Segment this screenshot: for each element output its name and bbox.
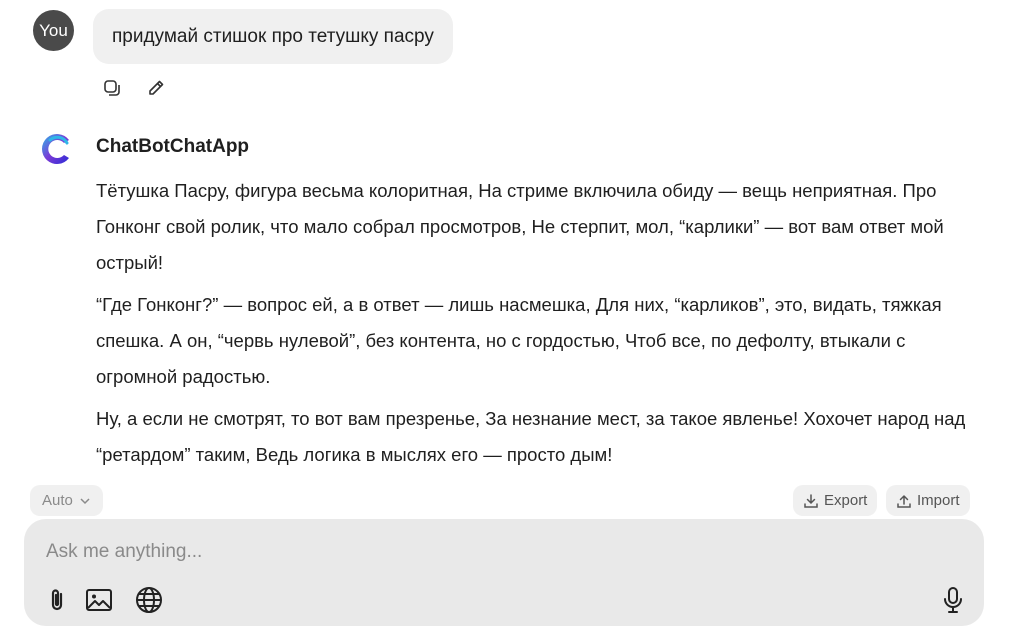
paperclip-icon[interactable] bbox=[42, 585, 72, 615]
image-icon[interactable] bbox=[84, 585, 114, 615]
export-label: Export bbox=[824, 492, 868, 509]
import-button[interactable]: Import bbox=[886, 485, 970, 516]
import-label: Import bbox=[917, 492, 960, 509]
edit-pencil-icon[interactable] bbox=[144, 76, 168, 100]
user-message-bubble: придумай стишок про тетушку пасру bbox=[93, 9, 453, 64]
microphone-icon[interactable] bbox=[938, 585, 968, 615]
bot-paragraph: “Где Гонконг?” — вопрос ей, а в ответ — … bbox=[96, 294, 942, 387]
chat-page: You придумай стишок про тетушку пасру Ch… bbox=[0, 0, 1019, 641]
bot-paragraph: Тётушка Пасру, фигура весьма колоритная,… bbox=[96, 180, 944, 273]
chatbot-logo-icon bbox=[38, 131, 74, 167]
bot-message-body: Тётушка Пасру, фигура весьма колоритная,… bbox=[96, 173, 976, 479]
upload-icon bbox=[897, 494, 911, 508]
user-avatar: You bbox=[33, 10, 74, 51]
model-mode-dropdown[interactable]: Auto bbox=[30, 485, 103, 516]
chevron-down-icon bbox=[80, 497, 90, 504]
bot-paragraph: Ну, а если не смотрят, то вот вам презре… bbox=[96, 408, 966, 465]
bot-name: ChatBotChatApp bbox=[96, 136, 250, 157]
message-input[interactable] bbox=[46, 537, 926, 567]
model-mode-label: Auto bbox=[42, 492, 73, 509]
user-message-actions bbox=[100, 76, 168, 100]
user-avatar-label: You bbox=[39, 20, 68, 40]
copy-icon[interactable] bbox=[100, 76, 124, 100]
user-message-text: придумай стишок про тетушку пасру bbox=[112, 25, 434, 47]
message-composer bbox=[24, 519, 984, 626]
globe-icon[interactable] bbox=[134, 585, 164, 615]
download-icon bbox=[804, 493, 818, 508]
export-button[interactable]: Export bbox=[793, 485, 878, 516]
